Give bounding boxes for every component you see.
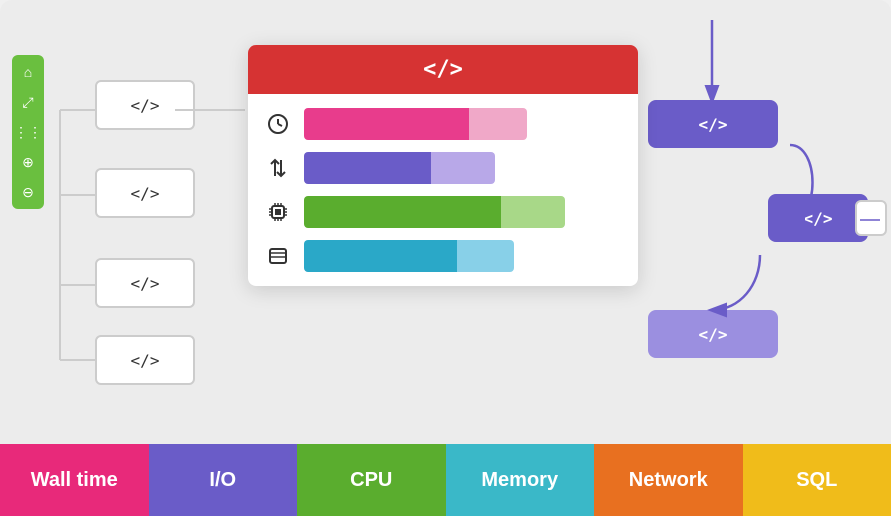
flow-node-mid[interactable]: </> [768, 194, 868, 242]
flow-node-bot[interactable]: </> [648, 310, 778, 358]
node-mid-left[interactable]: </> [95, 168, 195, 218]
tab-cpu[interactable]: CPU [297, 444, 446, 516]
metric-cpu [264, 196, 622, 228]
popup-card: </> [248, 45, 638, 286]
arrows-updown-icon [264, 154, 292, 182]
metric-memory [264, 240, 622, 272]
cpu-chip-icon [264, 198, 292, 226]
plus-icon[interactable]: ⊕ [15, 149, 41, 175]
home-icon[interactable]: ⌂ [15, 59, 41, 85]
grid-icon[interactable]: ⋮⋮ [15, 119, 41, 145]
database-icon [264, 242, 292, 270]
sidebar-toolbar: ⌂ ⤢ ⋮⋮ ⊕ ⊖ [12, 55, 44, 209]
metric-wall-time [264, 108, 622, 140]
tab-memory[interactable]: Memory [446, 444, 595, 516]
bar-wall-time [304, 108, 622, 140]
node-bot-left-2[interactable]: </> [95, 335, 195, 385]
metric-io [264, 152, 622, 184]
diagram-area: ⌂ ⤢ ⋮⋮ ⊕ ⊖ </> </> </> </> </> [0, 0, 891, 444]
main-container: ⌂ ⤢ ⋮⋮ ⊕ ⊖ </> </> </> </> </> [0, 0, 891, 516]
popup-header: </> [248, 45, 638, 94]
tab-io[interactable]: I/O [149, 444, 298, 516]
bottom-tabs: Wall time I/O CPU Memory Network SQL [0, 444, 891, 516]
tab-wall-time[interactable]: Wall time [0, 444, 149, 516]
node-bot-left-1[interactable]: </> [95, 258, 195, 308]
flow-node-top[interactable]: </> [648, 100, 778, 148]
bar-cpu [304, 196, 622, 228]
tab-sql[interactable]: SQL [743, 444, 891, 516]
resize-icon[interactable]: ⤢ [15, 89, 41, 115]
popup-body [248, 94, 638, 286]
bar-memory [304, 240, 622, 272]
minus-icon[interactable]: ⊖ [15, 179, 41, 205]
tab-network[interactable]: Network [594, 444, 743, 516]
bar-io [304, 152, 622, 184]
clock-icon [264, 110, 292, 138]
node-top-left[interactable]: </> [95, 80, 195, 130]
right-stub [855, 200, 887, 236]
